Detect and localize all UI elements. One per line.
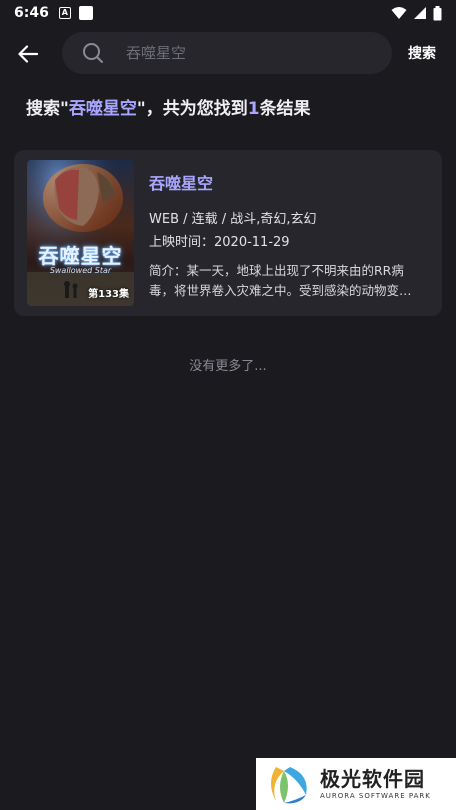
summary-prefix: 搜索" bbox=[26, 99, 69, 119]
watermark-en: AURORA SOFTWARE PARK bbox=[320, 792, 431, 800]
signal-icon bbox=[414, 7, 426, 19]
no-more-text: 没有更多了... bbox=[189, 359, 267, 374]
status-time: 6:46 bbox=[14, 5, 49, 21]
poster-image[interactable]: 吞噬星空 Swallowed Star 第133集 bbox=[27, 160, 134, 306]
search-box[interactable] bbox=[62, 32, 392, 74]
summary-keyword: 吞噬星空 bbox=[68, 99, 137, 119]
result-meta: WEB / 连载 / 战斗,奇幻,玄幻 bbox=[149, 212, 317, 227]
back-button[interactable] bbox=[14, 40, 42, 68]
app-notification-icon bbox=[78, 6, 93, 20]
poster-title: 吞噬星空 bbox=[38, 244, 123, 268]
poster-episode: 第133集 bbox=[88, 289, 129, 300]
status-bar: 6:46 A bbox=[0, 0, 456, 26]
result-summary: 搜索"吞噬星空"，共为您找到1条结果 bbox=[26, 94, 311, 119]
aurora-logo-icon bbox=[267, 763, 311, 805]
result-date: 上映时间：2020-11-29 bbox=[149, 235, 290, 250]
poster-subtitle: Swallowed Star bbox=[49, 266, 112, 275]
search-button[interactable]: 搜索 bbox=[408, 43, 436, 63]
result-title[interactable]: 吞噬星空 bbox=[149, 170, 213, 194]
notification-icon: A bbox=[58, 7, 71, 19]
top-bar: 搜索 bbox=[0, 30, 456, 76]
search-icon bbox=[83, 43, 103, 63]
summary-middle: "，共为您找到 bbox=[136, 99, 248, 119]
summary-suffix: 条结果 bbox=[259, 99, 311, 119]
wifi-icon bbox=[391, 7, 407, 19]
watermark: 极光软件园 AURORA SOFTWARE PARK bbox=[256, 758, 456, 810]
search-input[interactable] bbox=[126, 44, 346, 62]
result-card[interactable]: 吞噬星空 Swallowed Star 第133集 吞噬星空 WEB / 连载 … bbox=[14, 150, 442, 316]
arrow-left-icon bbox=[18, 45, 38, 63]
summary-count: 1 bbox=[247, 99, 260, 119]
result-description: 简介：某一天，地球上出现了不明来由的RR病毒，将世界卷入灾难之中。受到感染的动物… bbox=[149, 263, 404, 298]
battery-icon bbox=[433, 5, 442, 20]
watermark-cn: 极光软件园 bbox=[320, 767, 425, 791]
status-icons bbox=[391, 5, 442, 21]
